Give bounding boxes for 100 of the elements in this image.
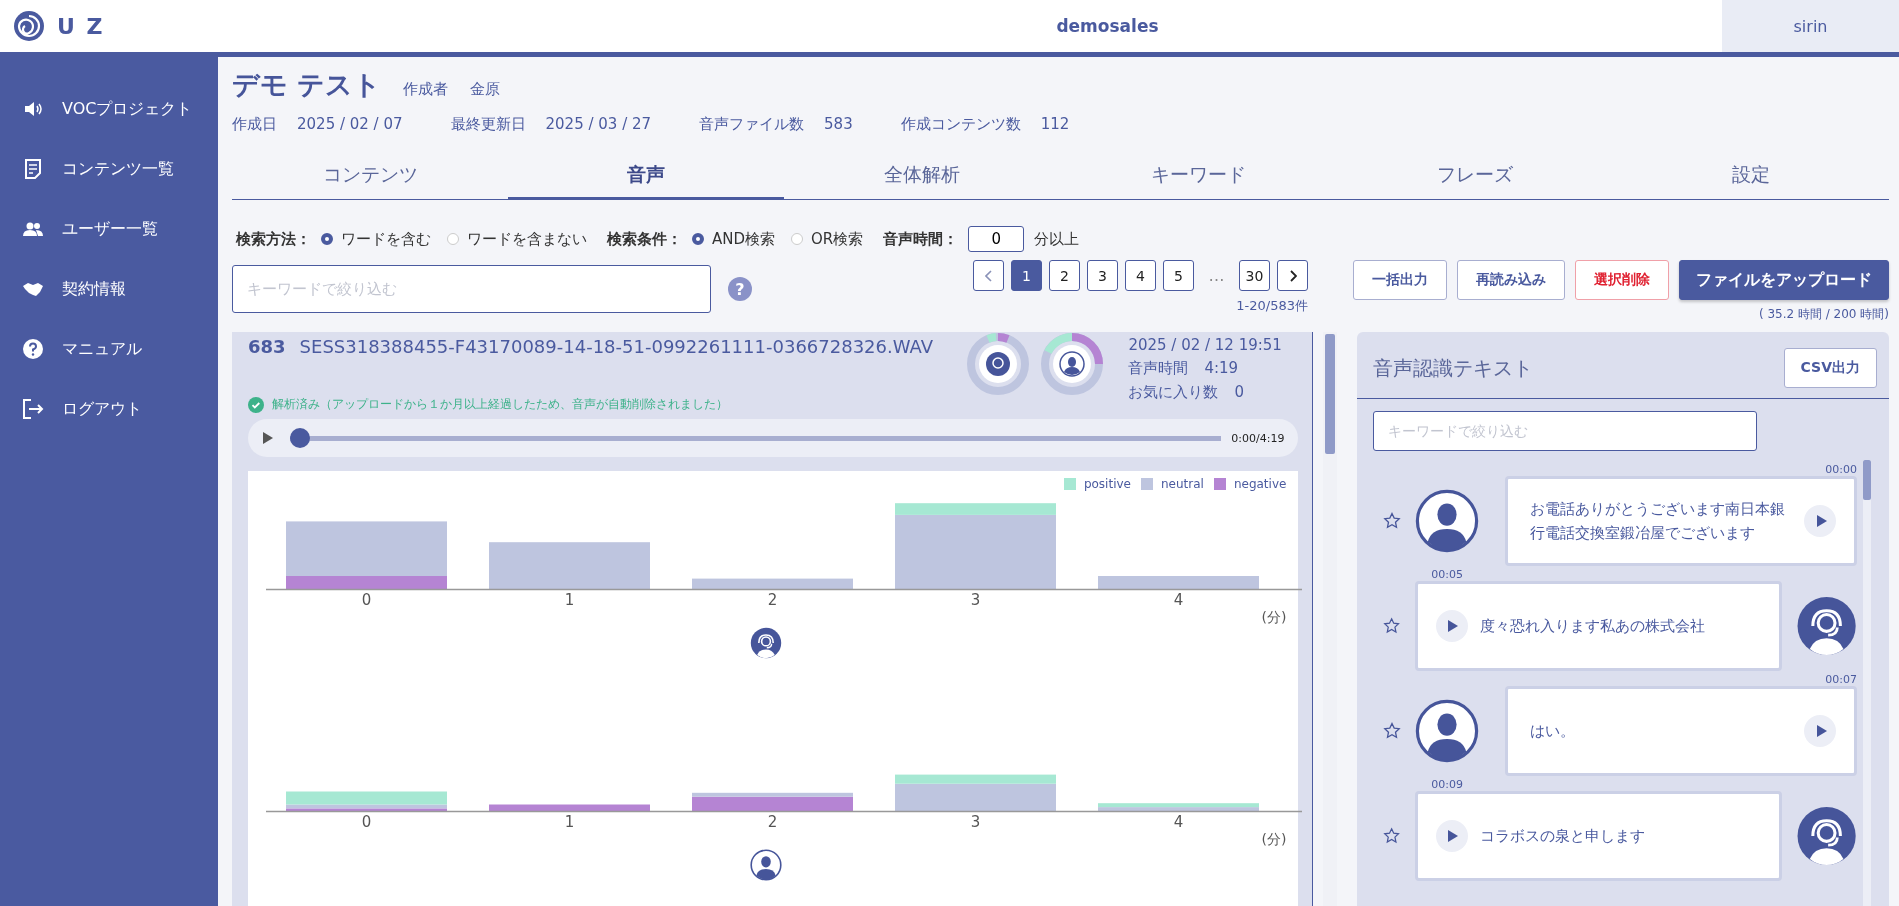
file-name: SESS318388455-F43170089-14-18-51-0992261111-0366728326.WAV <box>299 336 933 357</box>
filter-label: 音声時間： <box>883 229 959 249</box>
document-icon <box>22 158 44 180</box>
tab[interactable]: 設定 <box>1612 154 1890 200</box>
headset-avatar-icon <box>1795 804 1857 868</box>
duration-value: 4:19 <box>1204 359 1239 378</box>
recording-number: 683 <box>248 336 286 357</box>
project-title: デモ テスト <box>232 68 382 102</box>
previous-page-button[interactable] <box>973 260 1004 291</box>
message-text: コラボスの泉と申します <box>1479 826 1646 847</box>
play-icon <box>1815 514 1828 528</box>
upload-button[interactable]: ファイルをアップロード <box>1679 260 1889 300</box>
axis-tick-label: 0 <box>361 591 372 609</box>
usage-text: ( 35.2 時間 / 200 時間) <box>1758 306 1889 323</box>
sidebar-item[interactable]: VOCプロジェクト <box>0 79 218 139</box>
duration-input[interactable]: 0 <box>968 226 1025 252</box>
page-button[interactable]: 3 <box>1087 260 1118 291</box>
sidebar-item[interactable]: ログアウト <box>0 379 218 439</box>
author-label: 作成者 <box>403 80 449 99</box>
person-avatar-icon <box>750 849 783 881</box>
csv-export-button[interactable]: CSV出力 <box>1783 348 1877 388</box>
meta-value: 2025 / 03 / 27 <box>545 115 652 134</box>
chevron-right-icon <box>1288 269 1297 282</box>
duration-suffix: 分以上 <box>1034 229 1080 249</box>
star-icon[interactable] <box>1383 617 1401 635</box>
play-icon <box>1447 619 1460 633</box>
message-time: 00:09 <box>1431 778 1465 791</box>
meta-label: 作成コンテンツ数 <box>900 115 1021 134</box>
check-circle-icon <box>248 396 264 413</box>
page-button[interactable]: 2 <box>1049 260 1080 291</box>
star-icon[interactable] <box>1383 827 1401 845</box>
star-icon[interactable] <box>1383 722 1402 740</box>
panel-title: 音声認識テキスト <box>1373 354 1534 382</box>
delete-button[interactable]: 選択削除 <box>1575 260 1669 300</box>
message-text: お電話ありがとうございます南日本銀行電話交換室鍛冶屋でございます <box>1530 499 1787 544</box>
page-button[interactable]: 5 <box>1163 260 1194 291</box>
next-page-button[interactable] <box>1277 260 1308 291</box>
legend-label: neutral <box>1160 477 1204 491</box>
sidebar-item[interactable]: マニュアル <box>0 319 218 379</box>
page-button[interactable]: 1 <box>1011 260 1042 291</box>
meta-label: 作成日 <box>232 115 277 134</box>
transcript-search-field[interactable]: キーワードで絞り込む <box>1373 411 1758 451</box>
tab[interactable]: 音声 <box>508 154 785 200</box>
swirl-logo-icon <box>13 10 45 42</box>
play-icon[interactable] <box>262 431 274 445</box>
headset-avatar-icon <box>1795 594 1857 658</box>
axis-unit-label: (分) <box>1261 609 1287 627</box>
scrollbar-thumb[interactable] <box>1325 334 1336 454</box>
meta-value: 112 <box>1040 115 1070 134</box>
playback-time: 0:00/4:19 <box>1231 431 1285 445</box>
play-button[interactable] <box>1804 715 1836 747</box>
meta-value: 583 <box>824 115 853 134</box>
scrollbar-thumb[interactable] <box>1863 460 1871 500</box>
scrollbar[interactable] <box>1323 332 1338 906</box>
message-text: 度々恐れ入ります私あの株式会社 <box>1479 616 1706 637</box>
play-icon <box>1815 724 1828 738</box>
axis-tick-label: 3 <box>970 591 981 609</box>
headset-avatar-icon <box>750 627 783 659</box>
axis-tick-label: 3 <box>970 813 981 831</box>
meta-label: 最終更新日 <box>450 115 526 134</box>
meta-value: 2025 / 02 / 07 <box>297 115 403 134</box>
person-avatar-icon <box>1415 699 1480 763</box>
tab[interactable]: コンテンツ <box>232 154 509 200</box>
workspace-name: demosales <box>1055 15 1160 38</box>
axis-tick-label: 4 <box>1173 813 1184 831</box>
tab[interactable]: キーワード <box>1060 154 1337 200</box>
message-time: 00:00 <box>1825 463 1857 476</box>
radio-button[interactable] <box>692 233 704 245</box>
radio-option[interactable]: ワードを含む <box>321 229 431 249</box>
play-button[interactable] <box>1804 505 1836 537</box>
radio-option[interactable]: OR検索 <box>791 229 864 249</box>
action-button[interactable]: 再読み込み <box>1457 260 1565 300</box>
tab[interactable]: フレーズ <box>1336 154 1613 200</box>
page-button[interactable]: 4 <box>1125 260 1156 291</box>
tab[interactable]: 全体解析 <box>784 154 1061 200</box>
author-name: 金原 <box>470 80 501 99</box>
favorites-label: お気に入り数 <box>1128 383 1219 402</box>
axis-tick-label: 1 <box>564 813 575 831</box>
scrollbar[interactable] <box>1863 460 1871 906</box>
star-icon[interactable] <box>1383 512 1402 530</box>
person-avatar-icon <box>1415 489 1480 553</box>
logo-text: U Z <box>57 13 105 39</box>
radio-option[interactable]: AND検索 <box>692 229 776 249</box>
user-name[interactable]: sirin <box>1722 0 1899 52</box>
progress-thumb[interactable] <box>290 428 310 448</box>
play-button[interactable] <box>1435 820 1468 852</box>
chevron-left-icon <box>984 269 993 282</box>
sidebar-item[interactable]: コンテンツ一覧 <box>0 139 218 199</box>
play-button[interactable] <box>1435 610 1468 642</box>
radio-button[interactable] <box>321 233 333 245</box>
page-button[interactable]: 30 <box>1239 260 1270 291</box>
keyword-search-field[interactable]: キーワードで絞り込む <box>232 265 711 313</box>
axis-tick-label: 4 <box>1173 591 1184 609</box>
status-message: 解析済み（アップロードから１か月以上経過したため、音声が自動削除されました） <box>272 396 728 413</box>
message-time: 00:07 <box>1825 673 1857 686</box>
sidebar-item[interactable]: ユーザー一覧 <box>0 199 218 259</box>
radio-option[interactable]: ワードを含まない <box>447 229 587 249</box>
action-button[interactable]: 一括出力 <box>1353 260 1447 300</box>
sidebar-item[interactable]: 契約情報 <box>0 259 218 319</box>
favorites-count: 0 <box>1234 383 1244 402</box>
